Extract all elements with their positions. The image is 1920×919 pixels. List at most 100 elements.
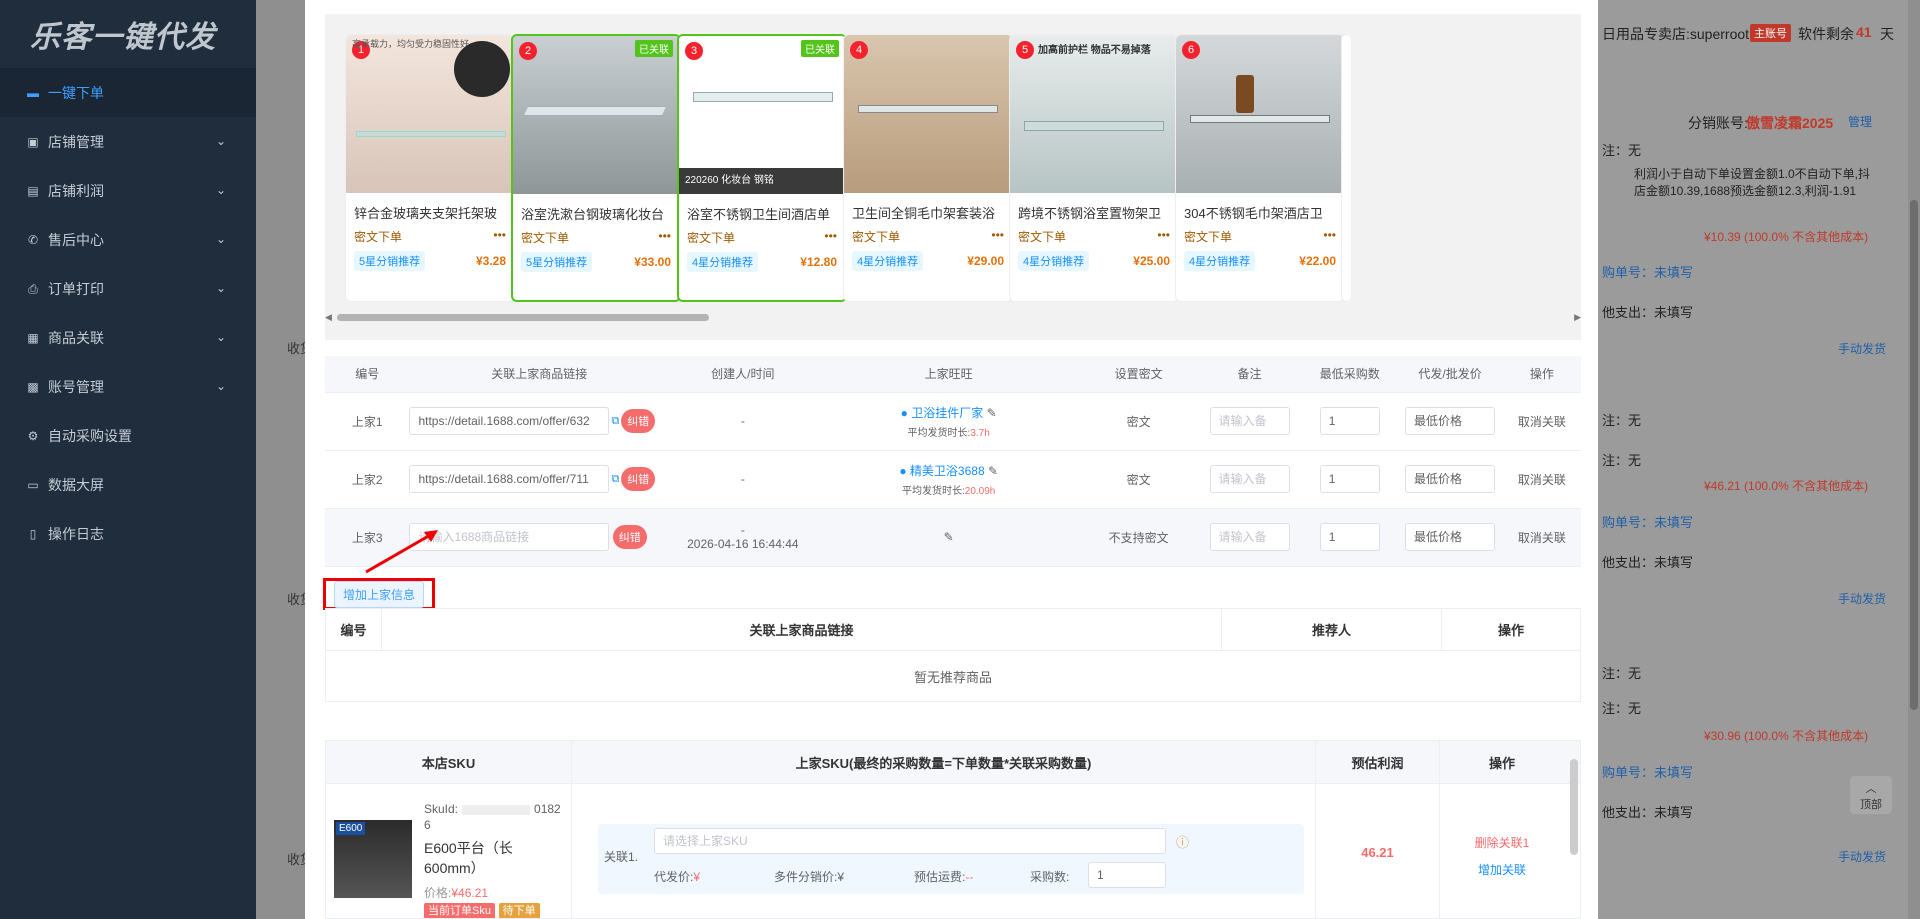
fix-button[interactable]: 纠错 [612, 525, 647, 549]
manual-ship-link[interactable]: 手动发货 [1838, 340, 1886, 357]
product-card[interactable]: 6 304不锈钢毛巾架酒店卫 密文下单 ••• 4星分销推荐 ¥22.00 [1175, 34, 1345, 302]
manual-ship-link[interactable]: 手动发货 [1838, 848, 1886, 865]
more-icon[interactable]: ••• [824, 229, 837, 246]
multi-price: ¥ [837, 870, 845, 884]
scroll-left-icon[interactable]: ◀ [325, 312, 332, 323]
sidebar-item-one-click-order[interactable]: ▬ 一键下单 [0, 68, 256, 117]
unlink-button[interactable]: 取消关联 [1502, 450, 1581, 509]
manual-ship-link[interactable]: 手动发货 [1838, 590, 1886, 607]
min-qty-input[interactable]: 1 [1319, 407, 1380, 435]
edit-icon[interactable]: ✎ [988, 464, 998, 478]
product-card[interactable]: 2 已关联 浴室洗漱台钢玻璃化妆台 密文下单 ••• 5星分销推荐 ¥33.00 [511, 34, 681, 302]
min-qty-input[interactable]: 1 [1319, 523, 1380, 551]
product-card[interactable]: 1 高承载力，均匀受力稳固性好 锌合金玻璃夹支架托架玻 密文下单 ••• 5星分销… [345, 34, 515, 302]
note-input[interactable]: 请输入备 [1209, 407, 1290, 435]
sidebar-item-store-profit[interactable]: ▤ 店铺利润 ⌄ [0, 166, 256, 215]
sidebar-item-auto-purchase[interactable]: ⚙ 自动采购设置 [0, 411, 256, 460]
purchase-no: 购单号：未填写 [1602, 765, 1694, 780]
sku-id-label: SkuId: [424, 802, 459, 816]
sidebar-item-logs[interactable]: ▯ 操作日志 [0, 509, 256, 558]
supplier-sku-select[interactable]: 请选择上家SKU [654, 828, 1166, 854]
more-icon[interactable]: ••• [493, 228, 506, 245]
supplier-link-input[interactable]: https://detail.1688.com/offer/711 [409, 465, 610, 493]
add-supplier-button[interactable]: 增加上家信息 [333, 580, 424, 608]
unlink-button[interactable]: 取消关联 [1502, 392, 1581, 451]
sidebar-item-aftersale[interactable]: ✆ 售后中心 ⌄ [0, 215, 256, 264]
scroll-right-icon[interactable]: ▶ [1574, 312, 1581, 323]
table-scrollbar[interactable] [1570, 759, 1578, 855]
min-qty-input[interactable]: 1 [1319, 465, 1380, 493]
edit-icon[interactable]: ✎ [944, 530, 954, 544]
days-unit: 天 [1880, 26, 1894, 42]
sidebar-item-goods-link[interactable]: ▦ 商品关联 ⌄ [0, 313, 256, 362]
glass-shelf-shape [356, 131, 506, 137]
recommend-badge: 5星分销推荐 [521, 252, 593, 272]
linked-tag: 已关联 [635, 40, 673, 57]
copy-icon[interactable]: ⧉ [611, 415, 619, 427]
carousel-scrollbar[interactable]: ◀ ▶ [325, 312, 1581, 322]
more-icon[interactable]: ••• [1157, 228, 1170, 245]
back-to-top-button[interactable]: ︿ 顶部 [1850, 776, 1892, 814]
copy-icon[interactable]: ⧉ [611, 473, 619, 485]
sidebar-item-print[interactable]: ⎙ 订单打印 ⌄ [0, 264, 256, 313]
col-header: 关联上家商品链接 [409, 356, 669, 393]
more-icon[interactable]: ••• [1323, 228, 1336, 245]
add-assoc-button[interactable]: 增加关联 [1440, 861, 1564, 878]
note-text: 注：无 [1602, 453, 1642, 468]
supplier-wangwang-link[interactable]: 精美卫浴3688 [910, 464, 985, 478]
price-mode-select[interactable]: 最低价格 [1405, 523, 1496, 551]
product-price: ¥22.00 [1299, 254, 1336, 268]
product-card[interactable]: 4 卫生间全铜毛巾架套装浴 密文下单 ••• 4星分销推荐 ¥29.00 [843, 34, 1013, 302]
image-caption: 高承载力，均匀受力稳固性好 [352, 39, 470, 49]
col-header: 操作 [1502, 356, 1581, 393]
more-icon[interactable]: ••• [991, 228, 1004, 245]
page-scrollbar[interactable] [1908, 0, 1920, 919]
card-number: 5 [1016, 41, 1034, 59]
software-left-label: 软件剩余 [1798, 26, 1854, 42]
sidebar-item-label: 店铺利润 [48, 182, 104, 199]
scrollbar-thumb[interactable] [337, 314, 709, 321]
sidebar-item-label: 自动采购设置 [48, 427, 132, 444]
note-input[interactable]: 请输入备 [1209, 465, 1290, 493]
fix-button[interactable]: 纠错 [621, 409, 656, 433]
cipher-order-label: 密文下单 [1018, 230, 1067, 244]
supplier-wangwang-link[interactable]: 卫浴挂件厂家 [911, 406, 983, 420]
page-scrollbar-thumb[interactable] [1910, 200, 1918, 710]
supplier-link-input[interactable]: https://detail.1688.com/offer/632 [409, 407, 610, 435]
distribution-account-label: 分销账号: [1688, 115, 1748, 131]
col-header: 设置密文 [1080, 356, 1197, 393]
delete-assoc-button[interactable]: 删除关联1 [1440, 834, 1564, 851]
col-header: 关联上家商品链接 [382, 609, 1222, 650]
product-card-partial[interactable] [1341, 34, 1351, 302]
product-title: 锌合金玻璃夹支架托架玻 [354, 206, 498, 221]
sidebar-item-store-manage[interactable]: ▣ 店铺管理 ⌄ [0, 117, 256, 166]
product-card[interactable]: 5 加高前护栏 物品不易掉落 跨境不锈钢浴室置物架卫 密文下单 ••• 4星分销推… [1009, 34, 1179, 302]
warning-icon[interactable]: ⓘ [1176, 832, 1189, 851]
sidebar-item-dashboard[interactable]: ▭ 数据大屏 [0, 460, 256, 509]
note-input[interactable]: 请输入备 [1209, 523, 1290, 551]
product-price: ¥25.00 [1133, 254, 1170, 268]
table-row: 上家1 https://detail.1688.com/offer/632 ⧉ 纠错… [325, 392, 1581, 451]
recommend-badge: 4星分销推荐 [687, 252, 759, 272]
freight-value: -- [965, 870, 974, 884]
product-price: ¥33.00 [634, 255, 671, 269]
edit-icon[interactable]: ✎ [987, 406, 997, 420]
profit-note: 利润小于自动下单设置金额1.0不自动下单,抖店金额10.39,1688预选金额1… [1634, 167, 1871, 198]
price-mode-select[interactable]: 最低价格 [1405, 465, 1496, 493]
sidebar-item-label: 商品关联 [48, 329, 104, 346]
software-days: 41 [1856, 24, 1872, 40]
col-header: 代发/批发价 [1397, 356, 1503, 393]
distribution-account[interactable]: 傲雪凌霜2025 [1746, 113, 1833, 133]
more-icon[interactable]: ••• [658, 229, 671, 246]
manage-link[interactable]: 管理 [1848, 113, 1872, 130]
product-card[interactable]: 3 已关联 220260 化妆台 钢铭 浴室不锈钢卫生间酒店单 密文下单 ••• … [677, 34, 847, 302]
glass-shelf-shape [522, 106, 668, 116]
card-number: 6 [1182, 41, 1200, 59]
ship-time-value: 20.09h [964, 485, 996, 497]
purchase-qty-input[interactable]: 1 [1088, 862, 1166, 888]
price-mode-select[interactable]: 最低价格 [1405, 407, 1496, 435]
fix-button[interactable]: 纠错 [621, 467, 656, 491]
printer-icon: ⎙ [28, 281, 38, 296]
unlink-button[interactable]: 取消关联 [1502, 508, 1581, 567]
sidebar-item-account[interactable]: ▩ 账号管理 ⌄ [0, 362, 256, 411]
